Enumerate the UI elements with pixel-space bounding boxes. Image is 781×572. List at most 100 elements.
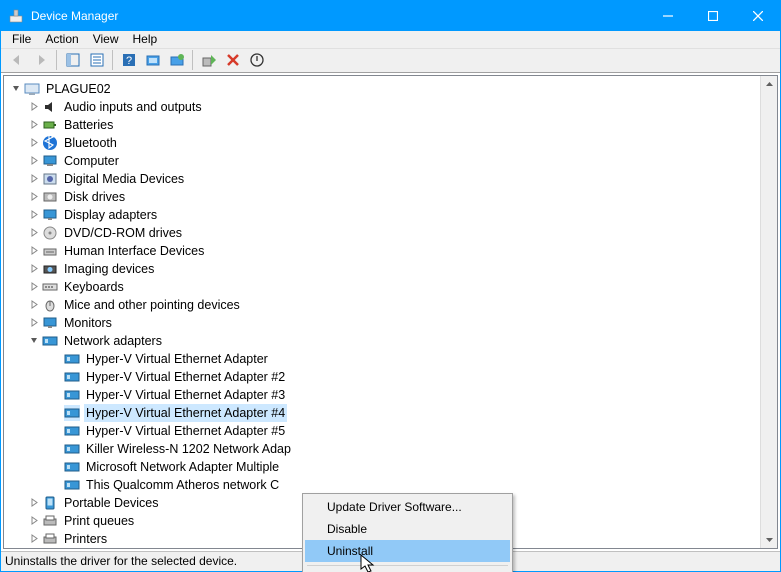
titlebar: Device Manager <box>1 1 780 31</box>
tree-device-label: Hyper-V Virtual Ethernet Adapter #5 <box>84 422 287 440</box>
expand-icon[interactable] <box>26 174 42 183</box>
expand-icon[interactable] <box>26 534 42 543</box>
update-driver-button[interactable] <box>165 49 188 71</box>
tree-category-audio[interactable]: Audio inputs and outputs <box>4 98 777 116</box>
tree-category-label: Keyboards <box>62 278 126 296</box>
app-icon <box>8 8 24 24</box>
menu-help[interactable]: Help <box>126 31 165 47</box>
tree-category-label: Audio inputs and outputs <box>62 98 204 116</box>
tree-device[interactable]: Killer Wireless-N 1202 Network Adap <box>4 440 777 458</box>
tree-category-label: Bluetooth <box>62 134 119 152</box>
menu-view[interactable]: View <box>86 31 126 47</box>
expand-icon[interactable] <box>26 102 42 111</box>
tree-category-mice[interactable]: Mice and other pointing devices <box>4 296 777 314</box>
toolbar-separator <box>56 50 57 70</box>
maximize-button[interactable] <box>690 1 735 31</box>
ctx-disable[interactable]: Disable <box>305 518 510 540</box>
portable-icon <box>42 495 58 511</box>
tree-root[interactable]: PLAGUE02 <box>4 80 777 98</box>
scroll-down-button[interactable] <box>761 531 778 548</box>
context-menu: Update Driver Software... Disable Uninst… <box>302 493 513 572</box>
collapse-icon[interactable] <box>8 84 24 93</box>
tree-category-hid[interactable]: Human Interface Devices <box>4 242 777 260</box>
ctx-uninstall[interactable]: Uninstall <box>305 540 510 562</box>
disable-button[interactable] <box>245 49 268 71</box>
tree-category-keyboards[interactable]: Keyboards <box>4 278 777 296</box>
tree-category-label: Print queues <box>62 512 136 530</box>
network-adapter-icon <box>64 351 80 367</box>
properties-button[interactable] <box>85 49 108 71</box>
tree-device-label: Hyper-V Virtual Ethernet Adapter #2 <box>84 368 287 386</box>
tree-category-disk[interactable]: Disk drives <box>4 188 777 206</box>
dmd-icon <box>42 171 58 187</box>
tree-category-label: Display adapters <box>62 206 159 224</box>
computer-icon <box>42 153 58 169</box>
tree-category-display[interactable]: Display adapters <box>4 206 777 224</box>
expand-icon[interactable] <box>26 228 42 237</box>
tree-device[interactable]: Hyper-V Virtual Ethernet Adapter <box>4 350 777 368</box>
tree-category-label: Monitors <box>62 314 114 332</box>
tree-category-label: DVD/CD-ROM drives <box>62 224 184 242</box>
menu-file[interactable]: File <box>5 31 38 47</box>
ctx-scan[interactable]: Scan for hardware changes <box>305 569 510 572</box>
tree-device[interactable]: Microsoft Network Adapter Multiple <box>4 458 777 476</box>
toolbar-separator <box>192 50 193 70</box>
expand-icon[interactable] <box>26 192 42 201</box>
bluetooth-icon <box>42 135 58 151</box>
tree-root-label: PLAGUE02 <box>44 80 113 98</box>
tree-device[interactable]: Hyper-V Virtual Ethernet Adapter #5 <box>4 422 777 440</box>
expand-icon[interactable] <box>26 516 42 525</box>
tree-category-dmd[interactable]: Digital Media Devices <box>4 170 777 188</box>
tree-device-label: Hyper-V Virtual Ethernet Adapter #4 <box>84 404 287 422</box>
tree-category-computer[interactable]: Computer <box>4 152 777 170</box>
ctx-update-driver[interactable]: Update Driver Software... <box>305 496 510 518</box>
expand-icon[interactable] <box>26 138 42 147</box>
show-hide-tree-button[interactable] <box>61 49 84 71</box>
back-button[interactable] <box>5 49 28 71</box>
tree-category-monitors[interactable]: Monitors <box>4 314 777 332</box>
expand-icon[interactable] <box>26 498 42 507</box>
svg-text:?: ? <box>125 55 131 67</box>
tree-device[interactable]: Hyper-V Virtual Ethernet Adapter #3 <box>4 386 777 404</box>
scan-button[interactable] <box>141 49 164 71</box>
scroll-up-button[interactable] <box>761 76 778 93</box>
tree-device[interactable]: This Qualcomm Atheros network C <box>4 476 777 494</box>
tree-device[interactable]: Hyper-V Virtual Ethernet Adapter #2 <box>4 368 777 386</box>
close-button[interactable] <box>735 1 780 31</box>
tree-category-dvd[interactable]: DVD/CD-ROM drives <box>4 224 777 242</box>
menu-action[interactable]: Action <box>38 31 85 47</box>
expand-icon[interactable] <box>26 210 42 219</box>
menubar: File Action View Help <box>1 31 780 49</box>
expand-icon[interactable] <box>26 318 42 327</box>
enable-button[interactable] <box>197 49 220 71</box>
tree-category-label: Network adapters <box>62 332 164 350</box>
tree-category-batteries[interactable]: Batteries <box>4 116 777 134</box>
statusbar-text: Uninstalls the driver for the selected d… <box>5 554 237 568</box>
uninstall-button[interactable] <box>221 49 244 71</box>
collapse-icon[interactable] <box>26 336 42 345</box>
tree-device-label: Hyper-V Virtual Ethernet Adapter <box>84 350 270 368</box>
expand-icon[interactable] <box>26 300 42 309</box>
display-icon <box>42 207 58 223</box>
expand-icon[interactable] <box>26 156 42 165</box>
tree-category-network[interactable]: Network adapters <box>4 332 777 350</box>
network-adapter-icon <box>64 459 80 475</box>
expand-icon[interactable] <box>26 120 42 129</box>
tree-device[interactable]: Hyper-V Virtual Ethernet Adapter #4 <box>4 404 777 422</box>
device-tree[interactable]: PLAGUE02 Audio inputs and outputsBatteri… <box>3 75 778 549</box>
tree-category-label: Portable Devices <box>62 494 161 512</box>
minimize-button[interactable] <box>645 1 690 31</box>
expand-icon[interactable] <box>26 264 42 273</box>
ctx-separator <box>307 565 508 566</box>
tree-device-label: Microsoft Network Adapter Multiple <box>84 458 281 476</box>
expand-icon[interactable] <box>26 282 42 291</box>
network-adapter-icon <box>42 333 58 349</box>
help-button[interactable]: ? <box>117 49 140 71</box>
tree-category-bluetooth[interactable]: Bluetooth <box>4 134 777 152</box>
vertical-scrollbar[interactable] <box>760 76 777 548</box>
tree-category-label: Mice and other pointing devices <box>62 296 242 314</box>
forward-button[interactable] <box>29 49 52 71</box>
expand-icon[interactable] <box>26 246 42 255</box>
tree-category-imaging[interactable]: Imaging devices <box>4 260 777 278</box>
tree-device-label: Hyper-V Virtual Ethernet Adapter #3 <box>84 386 287 404</box>
